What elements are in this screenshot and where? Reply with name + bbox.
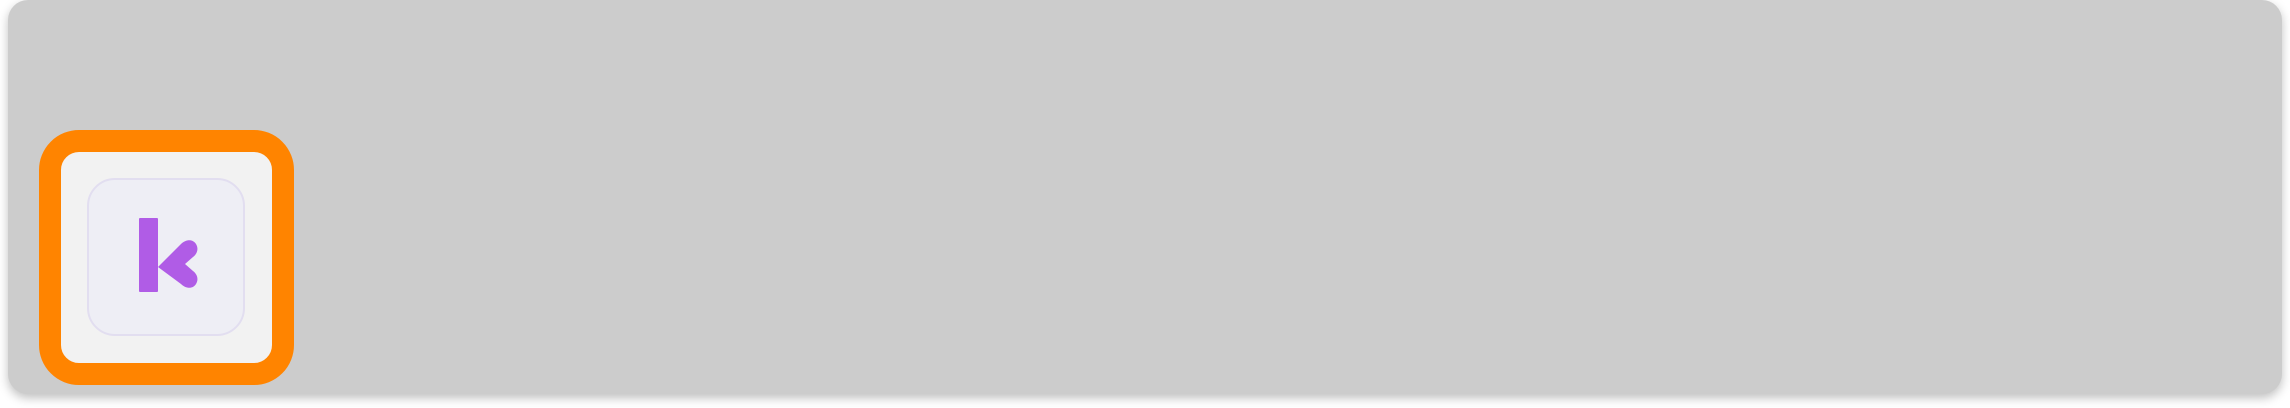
window-panel	[8, 0, 2282, 394]
k-logo-icon[interactable]	[87, 178, 245, 336]
k-logo-glyph	[139, 218, 198, 292]
